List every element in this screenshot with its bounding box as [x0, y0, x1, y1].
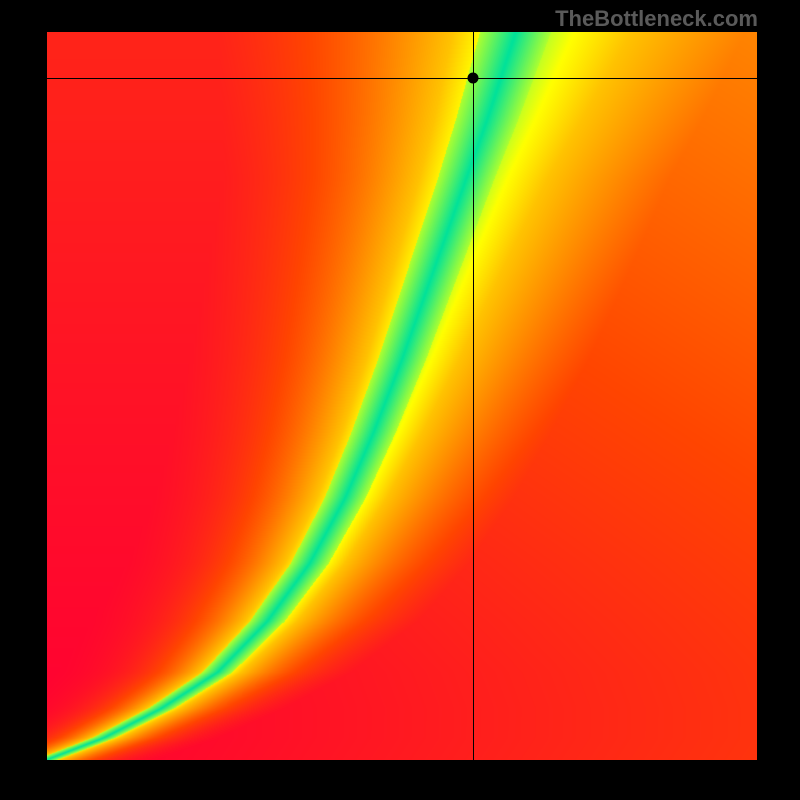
crosshair-horizontal [47, 78, 757, 79]
data-point-marker [468, 72, 479, 83]
crosshair-vertical [473, 32, 474, 760]
chart-container: TheBottleneck.com [0, 0, 800, 800]
heatmap-canvas [47, 32, 757, 760]
watermark-text: TheBottleneck.com [555, 6, 758, 32]
heatmap-plot [47, 32, 757, 760]
